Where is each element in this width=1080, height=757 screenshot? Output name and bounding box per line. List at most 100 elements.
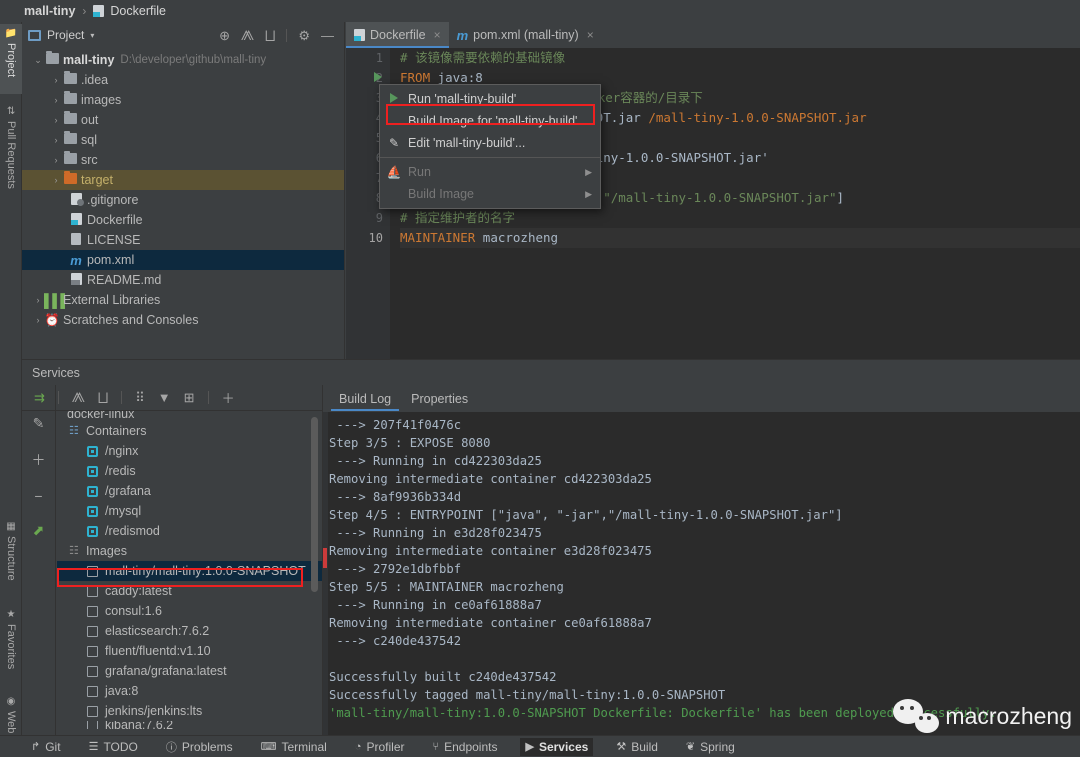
gear-icon[interactable]: ⚙ xyxy=(298,29,310,42)
tree-row-out[interactable]: › out xyxy=(22,110,344,130)
image-icon xyxy=(87,586,98,597)
log-line: ---> Running in e3d28f023475 xyxy=(329,524,1080,542)
breadcrumb-file[interactable]: Dockerfile xyxy=(110,4,166,18)
sidebar-item-favorites[interactable]: ★ Favorites xyxy=(0,605,22,685)
chevron-right-icon[interactable]: › xyxy=(50,155,62,165)
services-row-docker-linux[interactable]: docker-linux xyxy=(57,411,322,421)
services-row-fluentd[interactable]: fluent/fluentd:v1.10 xyxy=(57,641,322,661)
add-tab-icon[interactable]: ⊞ xyxy=(184,390,195,406)
tree-row-sql[interactable]: › sql xyxy=(22,130,344,150)
tree-row-license[interactable]: LICENSE xyxy=(22,230,344,250)
menu-item-run[interactable]: ⛵ Run ▶ xyxy=(380,161,600,183)
close-icon[interactable]: × xyxy=(434,28,441,42)
chevron-right-icon[interactable]: › xyxy=(50,115,62,125)
expand-all-icon[interactable]: ⨇ xyxy=(241,29,254,42)
pencil-icon[interactable]: ✎ xyxy=(33,415,45,432)
services-row-jenkins[interactable]: jenkins/jenkins:lts xyxy=(57,701,322,721)
collapse-all-icon[interactable]: ⨆ xyxy=(98,390,108,406)
tree-row-external-libraries[interactable]: › ▌▌▌ External Libraries xyxy=(22,290,344,310)
collapse-all-icon[interactable]: ⨆ xyxy=(265,29,275,42)
tree-label: docker-linux xyxy=(67,411,134,421)
services-row-mall-tiny-image[interactable]: mall-tiny/mall-tiny:1.0.0-SNAPSHOT xyxy=(57,561,322,581)
tab-dockerfile[interactable]: Dockerfile × xyxy=(346,22,449,48)
services-row-containers[interactable]: ☷ Containers xyxy=(57,421,322,441)
services-row-elasticsearch[interactable]: elasticsearch:7.6.2 xyxy=(57,621,322,641)
chevron-right-icon[interactable]: › xyxy=(32,295,44,305)
services-row-caddy[interactable]: caddy:latest xyxy=(57,581,322,601)
minus-icon[interactable]: − xyxy=(34,488,42,504)
add-service-icon[interactable]: ＋ xyxy=(222,388,235,407)
chevron-down-icon[interactable]: ⌄ xyxy=(32,55,44,66)
sidebar-item-structure[interactable]: ▦ Structure xyxy=(0,517,22,597)
tree-row-pom-xml[interactable]: m pom.xml xyxy=(22,250,344,270)
status-item-terminal[interactable]: ⌨ Terminal xyxy=(256,738,332,756)
group-icon[interactable]: ⠿ xyxy=(135,390,145,406)
menu-item-edit-build[interactable]: ✎ Edit 'mall-tiny-build'... xyxy=(380,132,600,154)
tree-label: out xyxy=(81,113,98,127)
expand-window-icon[interactable]: ⬈ xyxy=(33,522,45,539)
tree-row-mall-tiny[interactable]: ⌄ mall-tiny D:\developer\github\mall-tin… xyxy=(22,50,344,70)
status-item-services[interactable]: ▶ Services xyxy=(520,738,593,756)
services-row-java8[interactable]: java:8 xyxy=(57,681,322,701)
containers-group-icon: ☷ xyxy=(69,426,80,437)
tree-row-dockerfile[interactable]: Dockerfile xyxy=(22,210,344,230)
sidebar-item-pull-requests[interactable]: ⇅ Pull Requests xyxy=(0,102,22,202)
services-row-grafana[interactable]: /grafana xyxy=(57,481,322,501)
star-icon: ★ xyxy=(7,609,16,620)
tab-pom-xml[interactable]: m pom.xml (mall-tiny) × xyxy=(449,22,602,48)
tree-row-idea[interactable]: › .idea xyxy=(22,70,344,90)
locate-icon[interactable]: ⊕ xyxy=(219,29,230,42)
tree-label: elasticsearch:7.6.2 xyxy=(105,624,209,638)
plus-icon[interactable]: ＋ xyxy=(32,450,46,470)
services-row-redis[interactable]: /redis xyxy=(57,461,322,481)
tree-row-gitignore[interactable]: .gitignore xyxy=(22,190,344,210)
chevron-right-icon[interactable]: › xyxy=(32,315,44,325)
menu-item-run-build[interactable]: Run 'mall-tiny-build' xyxy=(380,88,600,110)
status-item-todo[interactable]: ☰ TODO xyxy=(84,738,143,756)
services-row-consul[interactable]: consul:1.6 xyxy=(57,601,322,621)
tree-row-images[interactable]: › images xyxy=(22,90,344,110)
tree-row-scratches[interactable]: › ⏰ Scratches and Consoles xyxy=(22,310,344,330)
services-row-images[interactable]: ☷ Images xyxy=(57,541,322,561)
status-item-git[interactable]: ↱ Git xyxy=(26,738,66,756)
image-icon xyxy=(87,686,98,697)
services-row-mysql[interactable]: /mysql xyxy=(57,501,322,521)
breadcrumb-project[interactable]: mall-tiny xyxy=(24,4,75,18)
status-item-spring[interactable]: ❦ Spring xyxy=(681,738,740,756)
hide-icon[interactable]: — xyxy=(321,29,334,42)
tab-properties[interactable]: Properties xyxy=(403,392,476,411)
menu-item-build-image[interactable]: Build Image ▶ xyxy=(380,183,600,205)
tree-label: sql xyxy=(81,133,97,147)
filter-icon[interactable]: ▼ xyxy=(158,390,171,405)
chevron-right-icon[interactable]: › xyxy=(50,95,62,105)
tree-row-target[interactable]: › target xyxy=(22,170,344,190)
tab-build-log[interactable]: Build Log xyxy=(331,392,399,411)
services-row-nginx[interactable]: /nginx xyxy=(57,441,322,461)
project-panel-title[interactable]: Project xyxy=(47,28,84,42)
chevron-right-icon[interactable]: › xyxy=(50,75,62,85)
menu-item-build-image-for-build[interactable]: Build Image for 'mall-tiny-build' xyxy=(380,110,600,132)
services-row-kibana[interactable]: kibana:7.6.2 xyxy=(57,721,322,729)
services-scrollbar[interactable] xyxy=(311,417,318,592)
services-row-redismod[interactable]: /redismod xyxy=(57,521,322,541)
status-item-problems[interactable]: ⓘ Problems xyxy=(161,737,238,757)
folder-icon xyxy=(62,73,78,87)
sidebar-item-project[interactable]: 📁 Project xyxy=(0,24,22,94)
context-menu[interactable]: Run 'mall-tiny-build' Build Image for 'm… xyxy=(379,84,601,209)
status-item-build[interactable]: ⚒ Build xyxy=(611,738,663,756)
tree-row-readme[interactable]: README.md xyxy=(22,270,344,290)
tree-label: .gitignore xyxy=(87,193,138,207)
chevron-right-icon[interactable]: › xyxy=(50,175,62,185)
status-item-profiler[interactable]: ◔ Profiler xyxy=(350,738,410,756)
chevron-right-icon[interactable]: › xyxy=(50,135,62,145)
services-row-grafana-image[interactable]: grafana/grafana:latest xyxy=(57,661,322,681)
chevron-down-icon[interactable]: ▾ xyxy=(90,31,94,40)
build-log-output[interactable]: ---> 207f41f0476c Step 3/5 : EXPOSE 8080… xyxy=(323,412,1080,735)
status-item-endpoints[interactable]: ⑂ Endpoints xyxy=(428,738,503,756)
close-icon[interactable]: × xyxy=(587,28,594,42)
run-gutter-icon[interactable] xyxy=(374,72,382,82)
sidebar-item-label: Favorites xyxy=(5,624,17,669)
tree-row-src[interactable]: › src xyxy=(22,150,344,170)
expand-all-icon[interactable]: ⨇ xyxy=(72,390,85,406)
tree-label: java:8 xyxy=(105,684,138,698)
